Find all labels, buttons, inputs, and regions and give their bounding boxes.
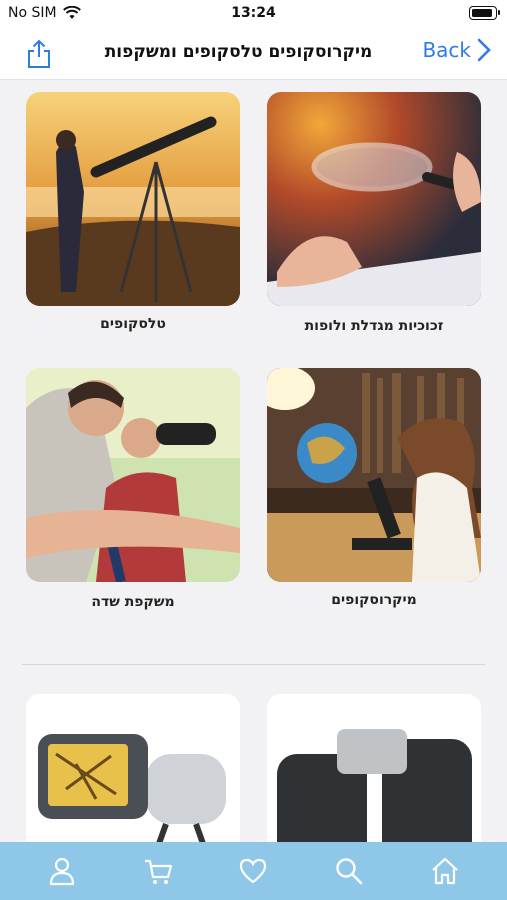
home-icon xyxy=(432,857,458,885)
chevron-right-icon xyxy=(477,38,491,62)
back-button[interactable]: Back xyxy=(422,38,491,62)
category-card-magnifiers[interactable] xyxy=(267,92,481,306)
share-button[interactable] xyxy=(24,38,54,70)
tab-cart[interactable] xyxy=(136,849,180,893)
back-label: Back xyxy=(422,38,471,62)
share-icon xyxy=(28,39,50,68)
binoculars-product-image xyxy=(267,694,481,842)
category-label: טלסקופים xyxy=(100,316,166,332)
magnifying-glass-image xyxy=(267,92,481,306)
tab-home[interactable] xyxy=(423,849,467,893)
section-divider xyxy=(22,664,485,665)
heart-icon xyxy=(240,858,267,884)
navigation-bar: מיקרוסקופים טלסקופים ומשקפות Back xyxy=(0,28,507,80)
category-card-telescopes[interactable] xyxy=(26,92,240,306)
battery-icon xyxy=(469,6,500,20)
category-label: זכוכיות מגדלת ולופות xyxy=(304,318,444,334)
tab-search[interactable] xyxy=(327,849,371,893)
category-card-microscopes[interactable] xyxy=(267,368,481,582)
category-card-binoculars[interactable] xyxy=(26,368,240,582)
status-bar: No SIM 13:24 xyxy=(0,0,507,28)
tab-profile[interactable] xyxy=(40,849,84,893)
category-grid: זכוכיות מגדלת ולופות טלסקופים מיקרוסקופי… xyxy=(0,80,507,842)
user-icon xyxy=(49,857,74,886)
product-card[interactable] xyxy=(26,694,240,842)
tab-favorites[interactable] xyxy=(231,849,275,893)
page-title: מיקרוסקופים טלסקופים ומשקפות xyxy=(104,42,373,62)
search-icon xyxy=(336,858,363,885)
cart-icon xyxy=(144,859,172,884)
product-card[interactable] xyxy=(267,694,481,842)
category-label: משקפת שדה xyxy=(91,594,175,610)
tab-bar xyxy=(0,842,507,900)
digital-microscope-product-image xyxy=(26,694,240,842)
telescope-image xyxy=(26,92,240,306)
category-label: מיקרוסקופים xyxy=(331,592,417,608)
status-time: 13:24 xyxy=(231,5,276,21)
binoculars-image xyxy=(26,368,240,582)
microscope-image xyxy=(267,368,481,582)
